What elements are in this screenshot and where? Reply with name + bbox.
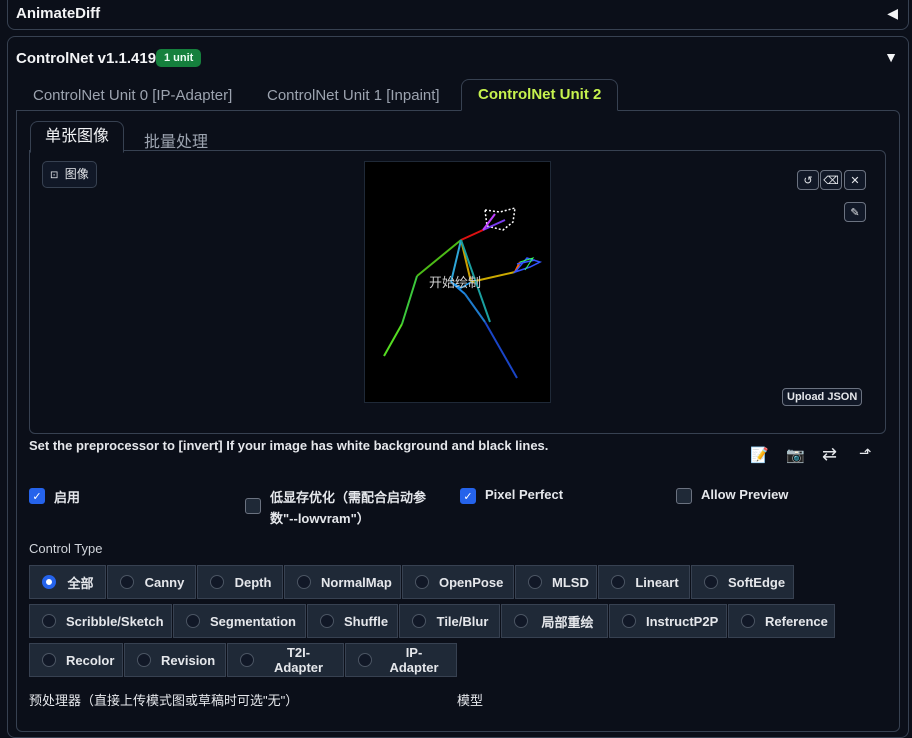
control-type-lineart[interactable]: Lineart xyxy=(598,565,690,599)
tab-controlnet-unit-0[interactable]: ControlNet Unit 0 [IP-Adapter] xyxy=(33,87,232,104)
pose-canvas[interactable]: 开始绘制 xyxy=(364,161,551,403)
control-type-inpaint[interactable]: 局部重绘 xyxy=(501,604,608,638)
camera-icon[interactable]: 📷 xyxy=(786,446,805,464)
tab-single-image[interactable]: 单张图像 xyxy=(30,121,125,153)
canvas-start-drawing-text: 开始绘制 xyxy=(429,275,482,290)
control-type-label: Control Type xyxy=(29,541,103,556)
preprocessor-hint: Set the preprocessor to [invert] If your… xyxy=(29,438,549,453)
tab-batch[interactable]: 批量处理 xyxy=(144,128,208,152)
image-icon: ⊡ xyxy=(50,170,59,181)
allow-preview-label: Allow Preview xyxy=(701,487,789,502)
unit-count-badge: 1 unit xyxy=(156,49,202,67)
lowvram-checkbox[interactable]: 低显存优化（需配合启动参数"--lowvram"） xyxy=(245,487,435,529)
control-type-canny[interactable]: Canny xyxy=(107,565,196,599)
upload-json-button[interactable]: Upload JSON xyxy=(782,388,863,406)
lowvram-label: 低显存优化（需配合启动参数"--lowvram"） xyxy=(270,490,427,526)
allow-preview-checkbox[interactable]: Allow Preview xyxy=(676,487,788,504)
control-type-reference[interactable]: Reference xyxy=(728,604,835,638)
control-type-recolor[interactable]: Recolor xyxy=(29,643,123,677)
close-icon[interactable]: ✕ xyxy=(844,170,866,190)
controlnet-expand-icon[interactable]: ▼ xyxy=(884,49,898,65)
swap-icon[interactable]: ⇄ xyxy=(822,444,837,465)
image-label: ⊡ 图像 xyxy=(42,161,97,188)
control-type-instructp2p[interactable]: InstructP2P xyxy=(609,604,727,638)
send-icon[interactable]: ⬏ xyxy=(859,444,872,462)
tab-controlnet-unit-1[interactable]: ControlNet Unit 1 [Inpaint] xyxy=(267,87,440,104)
notes-icon[interactable]: 📝 xyxy=(750,446,769,464)
tab-controlnet-unit-2[interactable]: ControlNet Unit 2 xyxy=(461,79,619,111)
undo-icon[interactable]: ↺ xyxy=(797,170,819,190)
animatediff-title: AnimateDiff xyxy=(16,5,101,22)
enable-check-icon[interactable]: ✓ xyxy=(29,488,45,504)
model-label: 模型 xyxy=(457,693,484,708)
control-type-scribble[interactable]: Scribble/Sketch xyxy=(29,604,172,638)
image-label-text: 图像 xyxy=(64,167,89,181)
control-type-revision[interactable]: Revision xyxy=(124,643,226,677)
control-type-ip-adapter[interactable]: IP-Adapter xyxy=(345,643,457,677)
controlnet-title[interactable]: ControlNet v1.1.419 xyxy=(16,50,156,67)
control-type-mlsd[interactable]: MLSD xyxy=(515,565,597,599)
control-type-segmentation[interactable]: Segmentation xyxy=(173,604,306,638)
control-type-normalmap[interactable]: NormalMap xyxy=(284,565,401,599)
brush-icon[interactable]: ✎ xyxy=(844,202,866,222)
animatediff-collapse-icon[interactable]: ◀ xyxy=(887,5,898,22)
control-type-tile-blur[interactable]: Tile/Blur xyxy=(399,604,500,638)
pixel-perfect-check-icon[interactable]: ✓ xyxy=(460,488,476,504)
enable-checkbox[interactable]: ✓ 启用 xyxy=(29,487,80,506)
lowvram-check-icon[interactable] xyxy=(245,498,261,514)
pixel-perfect-label: Pixel Perfect xyxy=(485,487,564,502)
control-type-all[interactable]: 全部 xyxy=(29,565,106,599)
image-upload-area[interactable]: ⊡ 图像 开始绘制 ↺ ⌫ ✕ ✎ Upload JSON xyxy=(29,150,886,434)
control-type-softedge[interactable]: SoftEdge xyxy=(691,565,794,599)
pixel-perfect-checkbox[interactable]: ✓ Pixel Perfect xyxy=(460,487,563,504)
control-type-openpose[interactable]: OpenPose xyxy=(402,565,514,599)
erase-icon[interactable]: ⌫ xyxy=(820,170,842,190)
control-type-t2i-adapter[interactable]: T2I-Adapter xyxy=(227,643,344,677)
control-type-shuffle[interactable]: Shuffle xyxy=(307,604,398,638)
animatediff-accordion[interactable]: AnimateDiff ◀ xyxy=(7,0,909,30)
preprocessor-label: 预处理器（直接上传模式图或草稿时可选"无"） xyxy=(29,693,299,708)
allow-preview-check-icon[interactable] xyxy=(676,488,692,504)
enable-label: 启用 xyxy=(54,490,81,505)
control-type-depth[interactable]: Depth xyxy=(197,565,283,599)
